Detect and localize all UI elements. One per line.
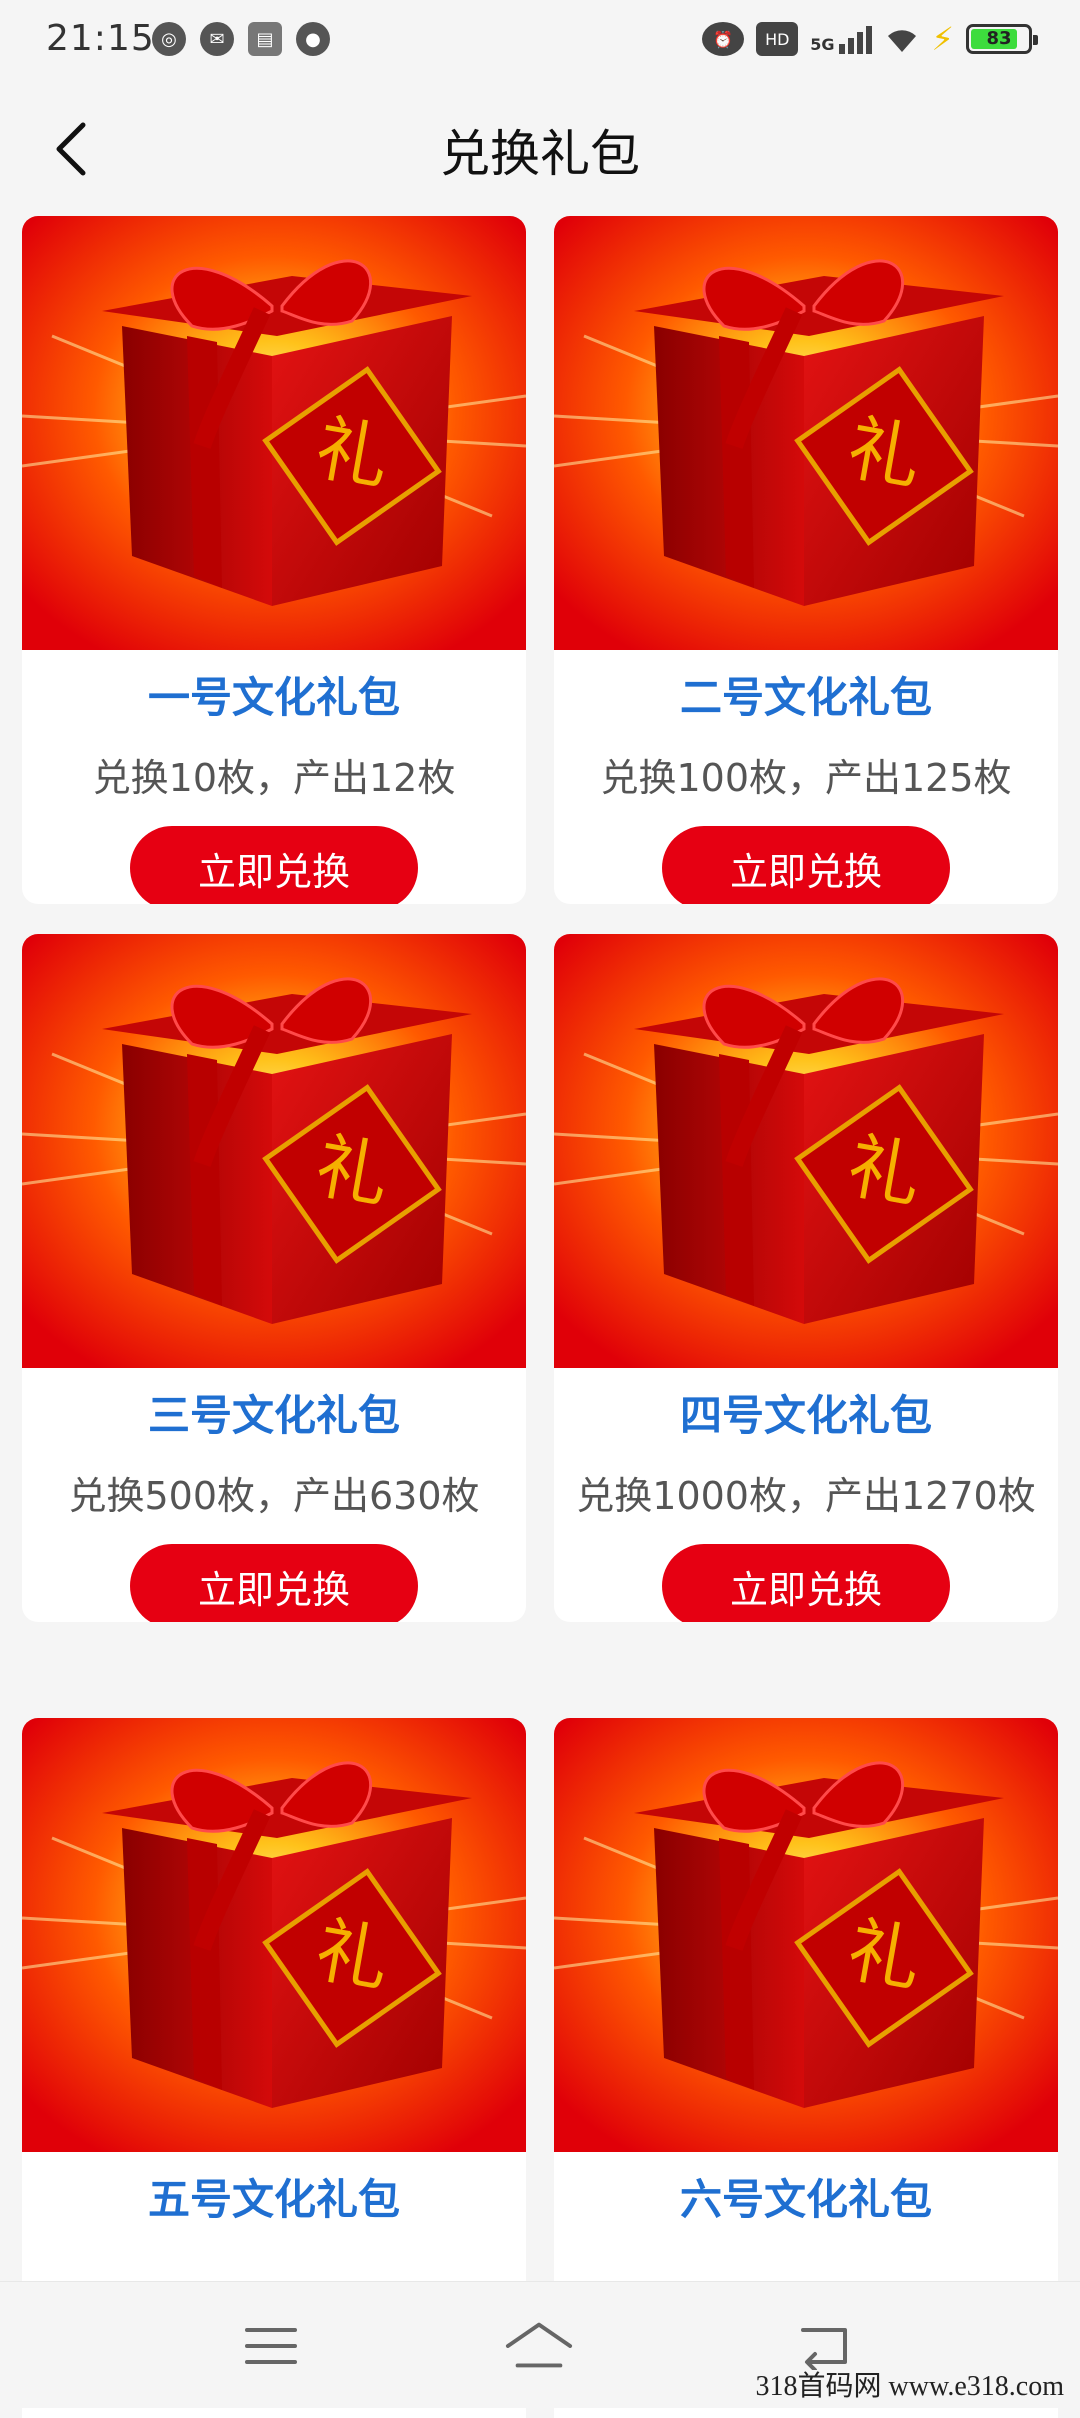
notification-icons: ◎ ✉ ▤ ●	[152, 22, 330, 56]
gift-pack-title: 一号文化礼包	[147, 673, 400, 722]
gift-pack-title: 三号文化礼包	[147, 1391, 400, 1440]
gift-pack-image: 礼	[554, 934, 1058, 1368]
gift-pack-title: 四号文化礼包	[679, 1391, 932, 1440]
redeem-now-button[interactable]: 立即兑换	[130, 1544, 418, 1622]
redeem-now-button[interactable]: 立即兑换	[130, 826, 418, 904]
status-indicators: ⏰ HD 5G ⚡ 83	[702, 20, 1038, 58]
gift-pack-title: 二号文化礼包	[679, 673, 932, 722]
home-icon	[505, 2322, 573, 2368]
status-bar: 21:15 ◎ ✉ ▤ ● ⏰ HD 5G ⚡ 83	[0, 0, 1080, 84]
gift-pack-exchange-info: 兑换10枚，产出12枚	[92, 756, 456, 800]
wechat-icon: ✉	[200, 22, 234, 56]
gift-box-image: 礼	[22, 1718, 526, 2152]
gift-pack-image: 礼	[554, 216, 1058, 650]
page-title: 兑换礼包	[440, 125, 640, 183]
gift-pack-card: 礼 三号文化礼包兑换500枚，产出630枚立即兑换	[22, 934, 526, 1622]
gift-glyph: 礼	[310, 405, 396, 500]
signal-group: 5G	[810, 24, 872, 54]
home-button[interactable]	[504, 2316, 574, 2376]
gift-pack-image: 礼	[22, 216, 526, 650]
gift-box-image: 礼	[554, 934, 1058, 1368]
gift-pack-image: 礼	[22, 1718, 526, 2152]
gift-glyph: 礼	[842, 1123, 928, 1218]
gift-pack-exchange-info: 兑换1000枚，产出1270枚	[576, 1474, 1036, 1518]
gift-box-image: 礼	[22, 216, 526, 650]
document-icon: ▤	[248, 22, 282, 56]
gift-glyph: 礼	[842, 405, 928, 500]
gift-pack-card: 礼 二号文化礼包兑换100枚，产出125枚立即兑换	[554, 216, 1058, 904]
battery-level: 83	[986, 28, 1012, 49]
system-nav-bar: 318首码网 www.e318.com	[0, 2281, 1080, 2408]
gift-glyph: 礼	[310, 1907, 396, 2002]
message-icon: ●	[296, 22, 330, 56]
redeem-now-button[interactable]: 立即兑换	[662, 1544, 950, 1622]
gift-pack-image: 礼	[554, 1718, 1058, 2152]
gift-pack-card: 礼 四号文化礼包兑换1000枚，产出1270枚立即兑换	[554, 934, 1058, 1622]
menu-button[interactable]	[236, 2316, 306, 2376]
gift-pack-exchange-info: 兑换500枚，产出630枚	[68, 1474, 480, 1518]
gift-box-image: 礼	[554, 1718, 1058, 2152]
menu-icon	[245, 2328, 297, 2364]
gift-pack-exchange-info: 兑换100枚，产出125枚	[600, 756, 1012, 800]
gift-box-image: 礼	[22, 934, 526, 1368]
charging-icon: ⚡	[931, 20, 954, 58]
gift-box-image: 礼	[554, 216, 1058, 650]
status-time: 21:15	[46, 18, 155, 59]
redeem-now-button[interactable]: 立即兑换	[662, 826, 950, 904]
app-notification-icon: ◎	[152, 22, 186, 56]
wifi-icon	[884, 24, 920, 54]
gift-pack-image: 礼	[22, 934, 526, 1368]
alarm-icon: ⏰	[702, 22, 745, 56]
battery-icon: 83	[966, 24, 1038, 54]
gift-glyph: 礼	[310, 1123, 396, 1218]
gift-pack-title: 五号文化礼包	[147, 2175, 400, 2224]
header: 兑换礼包	[0, 84, 1080, 216]
gift-pack-title: 六号文化礼包	[679, 2175, 932, 2224]
signal-icon	[838, 24, 872, 54]
back-icon	[801, 2328, 847, 2370]
network-type: 5G	[810, 35, 835, 54]
hd-icon: HD	[756, 22, 799, 56]
gift-pack-card: 礼 一号文化礼包兑换10枚，产出12枚立即兑换	[22, 216, 526, 904]
watermark: 318首码网 www.e318.com	[755, 2371, 1064, 2402]
gift-glyph: 礼	[842, 1907, 928, 2002]
